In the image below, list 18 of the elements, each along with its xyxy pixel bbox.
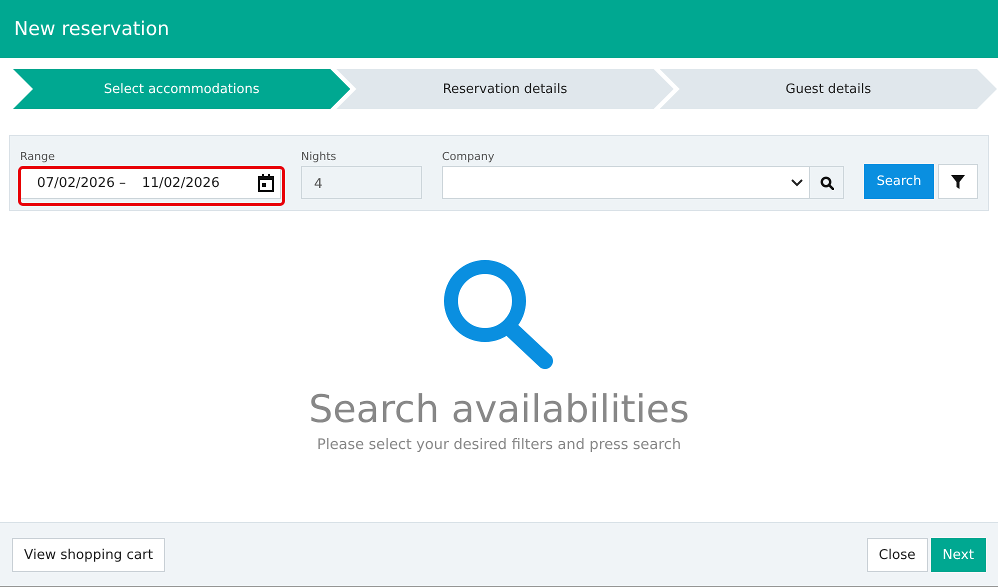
nights-field[interactable]: 4 — [301, 166, 422, 199]
field-label: Nights — [301, 150, 338, 163]
filter-icon — [951, 174, 965, 188]
lookup-button[interactable] — [810, 166, 844, 199]
filter-button[interactable] — [938, 164, 978, 199]
field-label: Company — [442, 150, 496, 163]
empty-state-message: Please select your desired filters and press search — [316, 437, 682, 453]
window-title: New reservation — [14, 18, 170, 40]
close-button[interactable]: Close — [866, 538, 928, 572]
wizard-step[interactable]: Reservation details — [336, 69, 674, 109]
calendar-icon[interactable] — [258, 174, 274, 192]
empty-state-title: Search availabilities — [308, 387, 690, 431]
field-label: Range — [20, 150, 56, 163]
view-cart-button[interactable]: View shopping cart — [12, 538, 166, 572]
search-icon — [820, 176, 834, 190]
chevron-down-icon — [791, 178, 803, 186]
date-range-field[interactable]: 07/02/2026 – 11/02/2026 — [20, 166, 281, 199]
wizard-step[interactable]: Guest details — [660, 69, 997, 109]
